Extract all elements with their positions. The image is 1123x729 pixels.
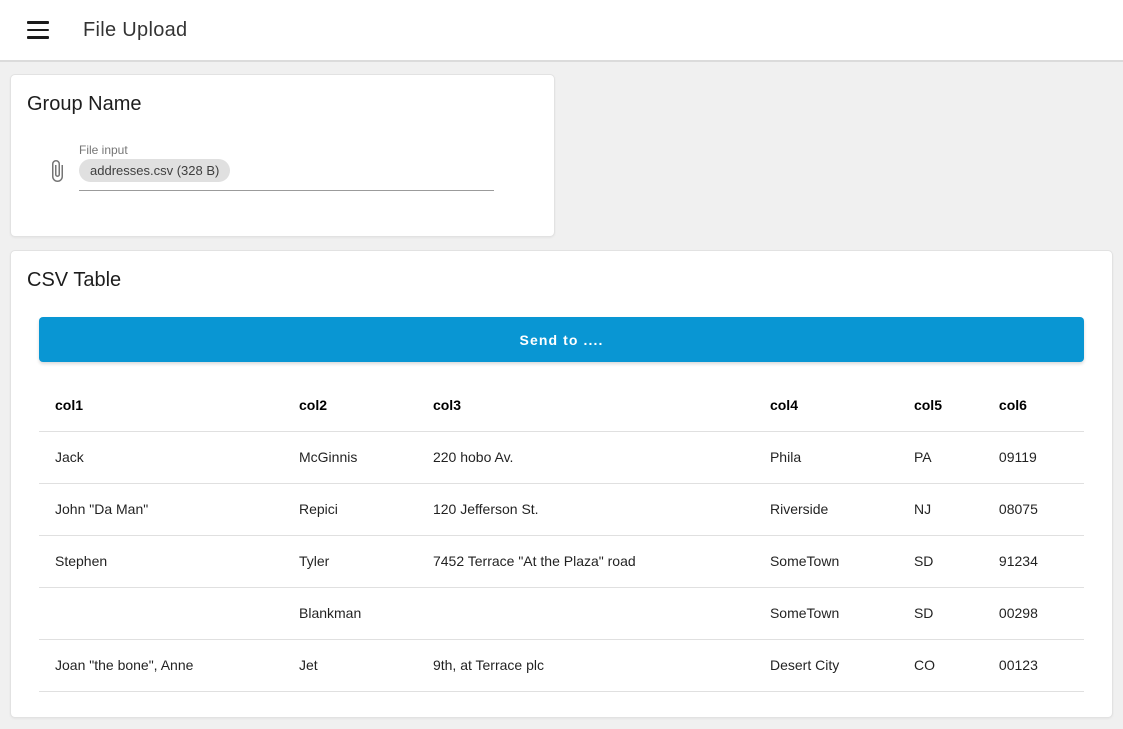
- card-title-csv-table: CSV Table: [27, 267, 1096, 293]
- file-input[interactable]: File input addresses.csv (328 B): [79, 143, 494, 191]
- csv-table-card: CSV Table Send to .... col1col2col3col4c…: [10, 250, 1113, 718]
- table-cell: McGinnis: [283, 431, 417, 483]
- table-cell: NJ: [898, 483, 983, 535]
- column-header: col6: [983, 379, 1084, 431]
- column-header: col1: [39, 379, 283, 431]
- file-input-row: File input addresses.csv (328 B): [45, 143, 538, 191]
- column-header: col3: [417, 379, 754, 431]
- page-title: File Upload: [83, 19, 187, 42]
- table-cell: [417, 587, 754, 639]
- group-name-card: Group Name File input addresses.csv (328…: [10, 74, 555, 237]
- csv-table: col1col2col3col4col5col6 JackMcGinnis220…: [39, 379, 1084, 692]
- file-input-label: File input: [79, 143, 494, 157]
- table-row: Joan "the bone", AnneJet9th, at Terrace …: [39, 639, 1084, 691]
- table-cell: SomeTown: [754, 535, 898, 587]
- csv-table-body: JackMcGinnis220 hobo Av.PhilaPA09119John…: [39, 431, 1084, 691]
- table-cell: SomeTown: [754, 587, 898, 639]
- table-cell: Joan "the bone", Anne: [39, 639, 283, 691]
- hamburger-menu-icon: [27, 36, 49, 39]
- table-cell: Repici: [283, 483, 417, 535]
- table-cell: 09119: [983, 431, 1084, 483]
- table-cell: SD: [898, 535, 983, 587]
- table-cell: Jack: [39, 431, 283, 483]
- table-cell: [39, 587, 283, 639]
- send-to-button[interactable]: Send to ....: [39, 317, 1084, 362]
- table-cell: 00298: [983, 587, 1084, 639]
- table-row: JackMcGinnis220 hobo Av.PhilaPA09119: [39, 431, 1084, 483]
- table-cell: 00123: [983, 639, 1084, 691]
- app-bar: File Upload: [0, 0, 1123, 62]
- table-cell: John "Da Man": [39, 483, 283, 535]
- page-content: Group Name File input addresses.csv (328…: [0, 62, 1123, 718]
- csv-table-header: col1col2col3col4col5col6: [39, 379, 1084, 431]
- table-cell: Tyler: [283, 535, 417, 587]
- csv-table-wrap: col1col2col3col4col5col6 JackMcGinnis220…: [39, 379, 1084, 692]
- file-input-control[interactable]: addresses.csv (328 B): [79, 157, 494, 191]
- table-cell: Phila: [754, 431, 898, 483]
- table-cell: SD: [898, 587, 983, 639]
- table-cell: Blankman: [283, 587, 417, 639]
- paperclip-icon[interactable]: [45, 159, 69, 183]
- table-cell: 91234: [983, 535, 1084, 587]
- table-row: StephenTyler7452 Terrace "At the Plaza" …: [39, 535, 1084, 587]
- table-cell: 120 Jefferson St.: [417, 483, 754, 535]
- table-cell: PA: [898, 431, 983, 483]
- column-header: col5: [898, 379, 983, 431]
- table-cell: Desert City: [754, 639, 898, 691]
- hamburger-menu-icon: [27, 29, 49, 32]
- file-chip[interactable]: addresses.csv (328 B): [79, 159, 230, 182]
- table-cell: 220 hobo Av.: [417, 431, 754, 483]
- table-row: Blankman SomeTownSD00298: [39, 587, 1084, 639]
- table-cell: Stephen: [39, 535, 283, 587]
- column-header: col2: [283, 379, 417, 431]
- table-cell: Jet: [283, 639, 417, 691]
- card-title-group-name: Group Name: [27, 91, 538, 117]
- table-cell: Riverside: [754, 483, 898, 535]
- menu-button[interactable]: [20, 12, 56, 48]
- table-cell: 7452 Terrace "At the Plaza" road: [417, 535, 754, 587]
- table-cell: 08075: [983, 483, 1084, 535]
- table-row: John "Da Man"Repici120 Jefferson St.Rive…: [39, 483, 1084, 535]
- table-cell: CO: [898, 639, 983, 691]
- table-cell: 9th, at Terrace plc: [417, 639, 754, 691]
- column-header: col4: [754, 379, 898, 431]
- hamburger-menu-icon: [27, 21, 49, 24]
